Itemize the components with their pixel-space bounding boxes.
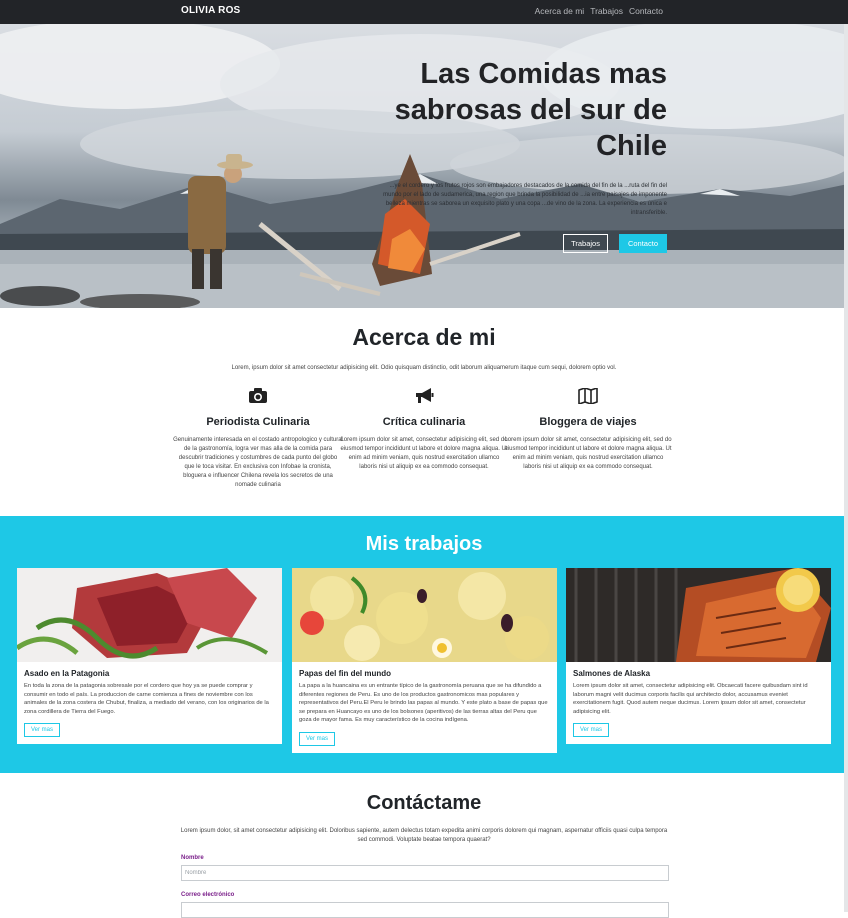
about-intro: Lorem, ipsum dolor sit amet consectetur … [231,365,617,371]
contact-text: Lorem ipsum dolor, sit amet consectetur … [180,828,668,843]
ver-mas-button[interactable]: Ver mas [299,731,336,746]
asado-image [17,568,282,662]
hero-buttons: Trabajos Contacto [563,234,667,253]
feature-critica: Crítica culinaria Lorem ipsum dolor sit … [339,388,509,472]
about-title: Acerca de mi [352,324,496,350]
megaphone-icon [339,388,509,406]
brand-logo[interactable]: OLIVIA ROS [181,5,240,16]
works-title: Mis trabajos [365,533,483,555]
hero-text: ...ye el cordero y los frutos rojos son … [383,183,667,216]
contact-button[interactable]: Contacto [618,234,667,253]
work-card-asado: Asado en la Patagonia En toda la zona de… [17,568,282,744]
feature-text: Genuinamente interesada en el costado an… [173,437,343,488]
hero-section: Las Comidas mas sabrosas del sur de Chil… [0,24,848,308]
feature-title: Crítica culinaria [382,416,466,428]
salmones-image [566,568,831,662]
work-card-papas: Papas del fin del mundo La papa a la hua… [292,568,557,753]
name-label: Nombre [181,855,204,861]
works-button[interactable]: Trabajos [563,234,608,253]
feature-text: Lorem ipsum dolor sit amet, consectetur … [504,437,672,470]
hero-title: Las Comidas mas sabrosas del sur de Chil… [394,58,667,162]
navbar: OLIVIA ROS Acerca de mi Trabajos Contact… [0,0,848,24]
works-section: Mis trabajos Asado en la Patagonia En to… [0,516,848,773]
camera-icon [173,388,343,406]
card-text: En toda la zona de la patagonia sobresal… [24,683,269,715]
card-text: La papa a la huancaina es un entrante tí… [299,683,548,723]
scrollbar[interactable] [844,24,848,912]
card-title: Papas del fin del mundo [299,669,392,678]
card-title: Asado en la Patagonia [24,669,110,678]
papas-image [292,568,557,662]
feature-title: Periodista Culinaria [206,416,310,428]
nav-links: Acerca de mi Trabajos Contacto [535,6,663,16]
feature-text: Lorem ipsum dolor sit amet, consectetur … [340,437,508,470]
card-text: Lorem ipsum dolor sit amet, consectetur … [573,683,808,715]
email-label: Correo electrónico [181,892,235,898]
work-card-salmones: Salmones de Alaska Lorem ipsum dolor sit… [566,568,831,744]
card-title: Salmones de Alaska [573,669,651,678]
nav-link-trabajos[interactable]: Trabajos [590,6,623,16]
ver-mas-button[interactable]: Ver mas [24,723,61,737]
contact-title: Contáctame [366,792,482,814]
feature-periodista: Periodista Culinaria Genuinamente intere… [173,388,343,490]
nav-link-acerca[interactable]: Acerca de mi [535,6,585,16]
name-field[interactable] [181,865,669,881]
ver-mas-button[interactable]: Ver mas [573,723,610,737]
feature-title: Bloggera de viajes [539,416,637,428]
map-icon [503,388,673,406]
feature-bloggera: Bloggera de viajes Lorem ipsum dolor sit… [503,388,673,472]
nav-link-contacto[interactable]: Contacto [629,6,663,16]
email-field[interactable] [181,902,669,918]
